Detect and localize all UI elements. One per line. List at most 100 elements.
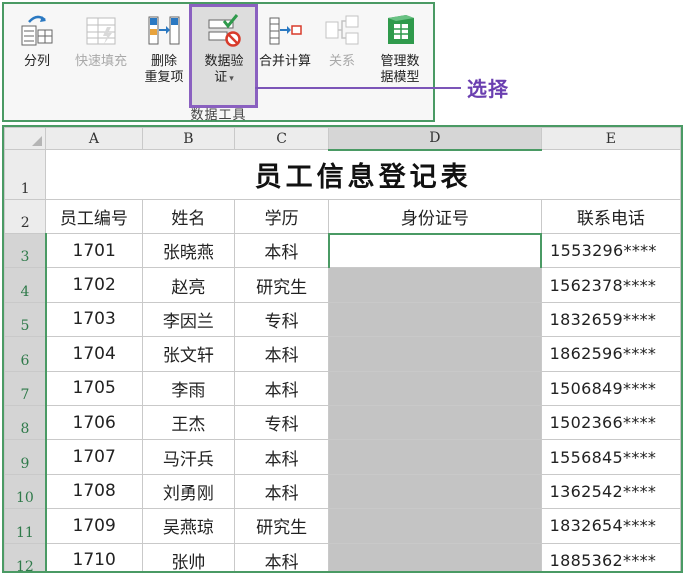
row-header[interactable]: 5 [4,301,47,338]
cell-name[interactable]: 李因兰 [141,301,236,338]
cell-id-card[interactable] [328,301,542,338]
cell-id-card[interactable] [328,404,542,441]
relationships-label: 关系 [328,54,355,69]
cell-employee-id[interactable]: 1707 [45,439,143,475]
relationships-icon [324,12,360,48]
cell-id-card[interactable] [328,473,542,510]
table-body: 3 1701 张晓燕 本科 1553296**** 4 1702 赵亮 研究生 1562378**… [4,232,681,571]
column-header-a[interactable]: A [45,127,143,150]
cell-employee-id[interactable]: 1702 [45,267,143,303]
row-header-1[interactable]: 1 [4,149,47,200]
cell-education[interactable]: 本科 [234,336,329,372]
cell-phone[interactable]: 1553296**** [540,232,681,269]
data-validation-label-text: 证 [214,70,228,85]
header-phone[interactable]: 联系电话 [540,199,681,234]
table-row: 4 1702 赵亮 研究生 1562378**** [4,267,681,303]
data-validation-label-line2: 证 ▾ [194,70,254,87]
ribbon-data-tools-group: 分列 快速填充 删除 重复项 数据验 证 ▾ 合并计算 关系 管理数 据模型 数… [2,2,435,123]
cell-education[interactable]: 本科 [234,439,329,475]
row-header[interactable]: 9 [4,439,47,475]
cell-education[interactable]: 本科 [234,370,329,406]
callout-line [255,87,461,89]
cell-education[interactable]: 研究生 [234,267,329,303]
relationships-button[interactable]: 关系 [322,12,362,70]
manage-data-model-button[interactable]: 管理数 据模型 [370,12,430,86]
cell-id-card[interactable] [328,370,542,406]
table-row: 8 1706 王杰 专科 1502366**** [4,404,681,441]
table-row: 12 1710 张帅 本科 1885362**** [4,542,681,571]
header-education[interactable]: 学历 [234,199,329,234]
cell-education[interactable]: 本科 [234,232,329,269]
group-label: 数据工具 [190,108,247,123]
cell-id-card[interactable] [327,232,543,269]
data-validation-button[interactable]: 数据验 证 ▾ [194,12,254,87]
cell-phone[interactable]: 1885362**** [540,542,681,571]
text-to-columns-icon [19,12,55,48]
row-header[interactable]: 4 [4,267,47,303]
cell-name[interactable]: 张帅 [141,542,236,571]
row-header[interactable]: 3 [4,232,47,269]
cell-name[interactable]: 赵亮 [141,267,236,303]
cell-id-card[interactable] [328,336,542,372]
cell-id-card[interactable] [328,439,542,475]
manage-data-model-icon [382,12,418,48]
column-header-c[interactable]: C [234,127,329,150]
row-header[interactable]: 12 [4,542,47,571]
cell-phone[interactable]: 1506849**** [540,370,681,406]
cell-education[interactable]: 本科 [234,542,329,571]
chevron-down-icon[interactable]: ▾ [229,74,234,84]
column-header-b[interactable]: B [141,127,236,150]
cell-name[interactable]: 吴燕琼 [141,508,236,544]
cell-employee-id[interactable]: 1704 [45,336,143,372]
cell-phone[interactable]: 1362542**** [540,473,681,510]
sheet-title[interactable]: 员工信息登记表 [45,149,681,200]
cell-education[interactable]: 研究生 [234,508,329,544]
cell-education[interactable]: 专科 [234,301,329,338]
header-id-card[interactable]: 身份证号 [328,199,542,234]
cell-name[interactable]: 李雨 [141,370,236,406]
row-header[interactable]: 6 [4,336,47,372]
row-header[interactable]: 8 [4,404,47,441]
remove-duplicates-button[interactable]: 删除 重复项 [138,12,190,86]
cell-phone[interactable]: 1556845**** [540,439,681,475]
table-row: 10 1708 刘勇刚 本科 1362542**** [4,473,681,510]
callout-label: 选择 [467,77,509,101]
row-header[interactable]: 7 [4,370,47,406]
cell-education[interactable]: 专科 [234,404,329,441]
cell-name[interactable]: 刘勇刚 [141,473,236,510]
row-header-2[interactable]: 2 [4,199,47,234]
cell-phone[interactable]: 1862596**** [540,336,681,372]
cell-phone[interactable]: 1562378**** [540,267,681,303]
row-header[interactable]: 10 [4,473,47,510]
column-header-d[interactable]: D [328,127,542,151]
cell-name[interactable]: 马汗兵 [141,439,236,475]
cell-employee-id[interactable]: 1703 [45,301,143,338]
select-all-corner[interactable] [4,127,47,150]
cell-employee-id[interactable]: 1708 [45,473,143,510]
cell-employee-id[interactable]: 1709 [45,508,143,544]
row-header[interactable]: 11 [4,508,47,544]
manage-data-model-label-line1: 管理数 [380,54,420,69]
worksheet-grid: A B C D E 1 员工信息登记表 2 员工编号 姓名 学历 身份证号 联系… [4,127,681,571]
cell-phone[interactable]: 1502366**** [540,404,681,441]
cell-employee-id[interactable]: 1710 [45,542,143,571]
consolidate-button[interactable]: 合并计算 [254,12,316,70]
cell-education[interactable]: 本科 [234,473,329,510]
cell-name[interactable]: 张文轩 [141,336,236,372]
cell-phone[interactable]: 1832659**** [540,301,681,338]
cell-id-card[interactable] [328,542,542,571]
cell-name[interactable]: 王杰 [141,404,236,441]
cell-employee-id[interactable]: 1705 [45,370,143,406]
cell-name[interactable]: 张晓燕 [141,232,236,269]
cell-phone[interactable]: 1832654**** [540,508,681,544]
header-employee-id[interactable]: 员工编号 [45,199,143,234]
text-to-columns-label: 分列 [23,54,50,69]
flash-fill-button[interactable]: 快速填充 [66,12,136,70]
cell-id-card[interactable] [328,267,542,303]
text-to-columns-button[interactable]: 分列 [14,12,60,70]
column-header-e[interactable]: E [540,127,681,150]
cell-employee-id[interactable]: 1706 [45,404,143,441]
cell-employee-id[interactable]: 1701 [45,232,143,269]
cell-id-card[interactable] [328,508,542,544]
header-name[interactable]: 姓名 [141,199,236,234]
